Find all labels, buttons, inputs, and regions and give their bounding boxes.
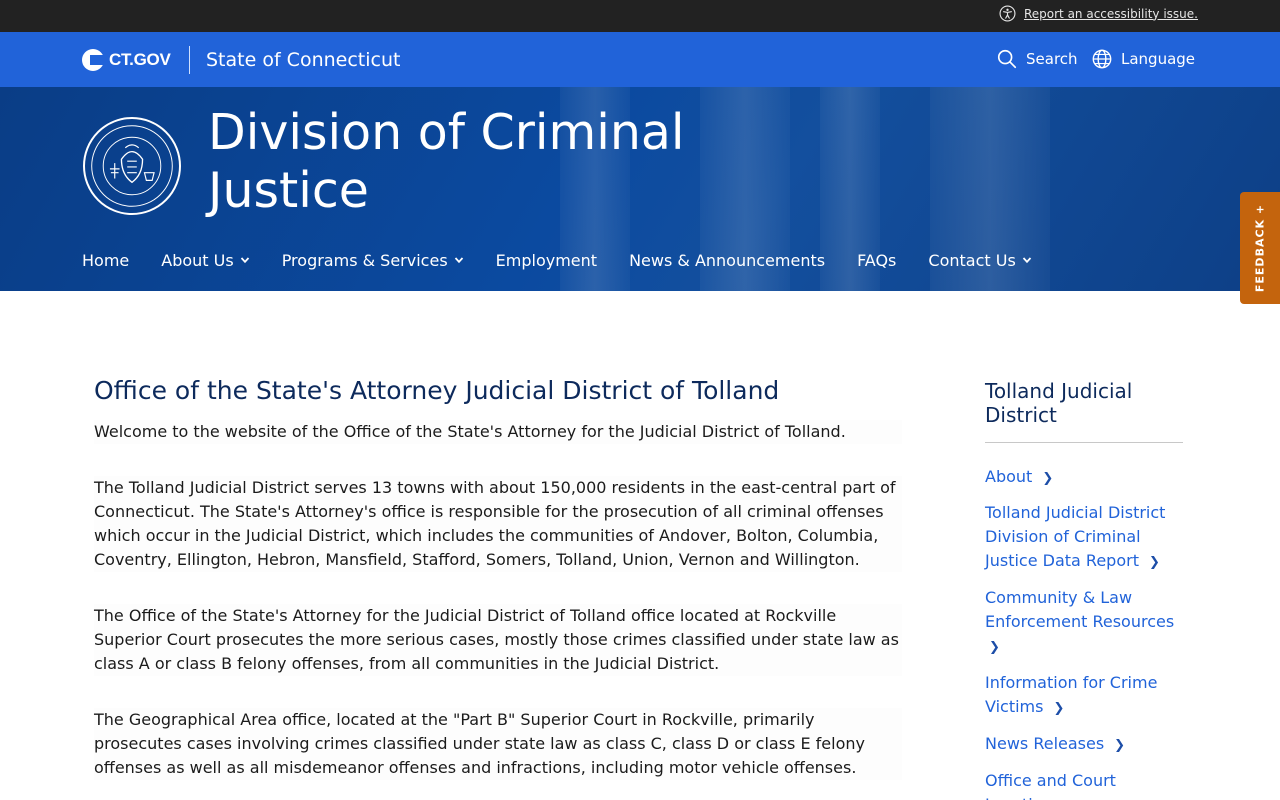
- nav-home[interactable]: Home: [82, 247, 129, 273]
- sidebar-link-community-resources[interactable]: Community & Law Enforcement Resources ❯: [985, 586, 1185, 660]
- nav-news-announcements[interactable]: News & Announcements: [629, 247, 825, 273]
- sidebar-link-label: Community & Law Enforcement Resources: [985, 588, 1175, 631]
- accessibility-report-link[interactable]: Report an accessibility issue.: [999, 5, 1198, 22]
- ct-logo-icon: [82, 49, 104, 71]
- nav-faqs[interactable]: FAQs: [857, 247, 896, 273]
- search-button[interactable]: Search: [996, 48, 1078, 70]
- search-icon: [997, 49, 1017, 69]
- sidebar-link-office-locations[interactable]: Office and Court Locations: [985, 769, 1185, 800]
- sidebar-link-label: Office and Court Locations: [985, 771, 1116, 800]
- nav-programs-services[interactable]: Programs & Services: [282, 247, 464, 273]
- chevron-down-icon: [1022, 257, 1031, 264]
- sidebar-link-news-releases[interactable]: News Releases ❯: [985, 732, 1185, 758]
- content-paragraph: The Geographical Area office, located at…: [94, 708, 902, 780]
- sidebar-link-label: News Releases: [985, 734, 1105, 753]
- sidebar-link-about[interactable]: About ❯: [985, 465, 1185, 491]
- sidebar-link-label: About: [985, 467, 1033, 486]
- content-paragraph: The Office of the State's Attorney for t…: [94, 604, 902, 676]
- ct-logo-text: CT.GOV: [109, 50, 171, 69]
- nav-label: Programs & Services: [281, 250, 448, 270]
- nav-contact-us[interactable]: Contact Us: [928, 247, 1031, 273]
- nav-label: Employment: [495, 250, 598, 270]
- seal-icon: [91, 125, 173, 207]
- chevron-right-icon: ❯: [989, 640, 1000, 655]
- agency-title: Division of Criminal Justice: [208, 104, 685, 219]
- sidebar-link-label: Information for Crime Victims: [985, 673, 1158, 716]
- agency-banner: Division of Criminal Justice Home About …: [0, 87, 1280, 291]
- nav-employment[interactable]: Employment: [496, 247, 597, 273]
- main-navigation: Home About Us Programs & Services Employ…: [82, 247, 1064, 273]
- agency-seal[interactable]: [83, 117, 181, 215]
- page-title: Office of the State's Attorney Judicial …: [94, 376, 780, 405]
- nav-label: FAQs: [857, 250, 897, 270]
- ct-gov-header: CT.GOV State of Connecticut Search Langu…: [0, 32, 1280, 87]
- state-name[interactable]: State of Connecticut: [206, 49, 400, 71]
- nav-label: Contact Us: [928, 250, 1016, 270]
- globe-icon: [1092, 49, 1112, 69]
- ct-gov-logo[interactable]: CT.GOV: [82, 49, 171, 71]
- sidebar-divider: [985, 442, 1183, 443]
- nav-label: About Us: [161, 250, 234, 270]
- nav-about-us[interactable]: About Us: [161, 247, 249, 273]
- chevron-down-icon: [454, 257, 463, 264]
- sidebar-link-label: Tolland Judicial District Division of Cr…: [985, 503, 1166, 570]
- nav-label: Home: [82, 250, 130, 270]
- accessibility-icon: [999, 5, 1016, 22]
- sidebar-link-crime-victims[interactable]: Information for Crime Victims ❯: [985, 671, 1185, 721]
- chevron-right-icon: ❯: [1053, 701, 1065, 716]
- language-label: Language: [1121, 50, 1196, 68]
- chevron-right-icon: ❯: [1148, 555, 1160, 570]
- chevron-down-icon: [240, 257, 249, 264]
- accessibility-link-text[interactable]: Report an accessibility issue.: [1024, 7, 1198, 21]
- sidebar-title: Tolland Judicial District: [985, 379, 1133, 427]
- content-paragraph: The Tolland Judicial District serves 13 …: [94, 476, 902, 572]
- utility-bar: Report an accessibility issue.: [0, 0, 1280, 32]
- feedback-label: FEEDBACK +: [1253, 203, 1267, 293]
- search-label: Search: [1026, 50, 1078, 68]
- header-divider: [189, 46, 190, 74]
- sidebar-link-data-report[interactable]: Tolland Judicial District Division of Cr…: [985, 501, 1185, 575]
- feedback-button[interactable]: FEEDBACK +: [1240, 192, 1280, 304]
- chevron-right-icon: ❯: [1114, 738, 1126, 753]
- intro-paragraph: Welcome to the website of the Office of …: [94, 420, 902, 444]
- chevron-right-icon: ❯: [1042, 471, 1054, 486]
- nav-label: News & Announcements: [629, 250, 826, 270]
- language-button[interactable]: Language: [1091, 48, 1195, 70]
